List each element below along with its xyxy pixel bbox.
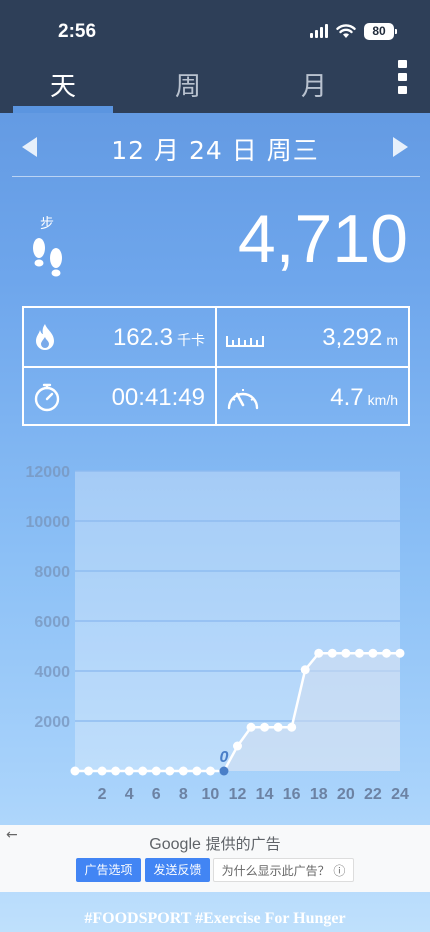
data-point	[178, 766, 188, 776]
data-point	[381, 648, 391, 658]
footer-slogan: #FOODSPORT #Exercise For Hunger	[84, 910, 346, 927]
data-point	[300, 665, 310, 675]
ad-banner: ← Google 提供的广告 广告选项 发送反馈 为什么显示此广告？ ⓘ	[0, 825, 430, 892]
x-tick-label: 4	[125, 786, 134, 803]
steps-chart: 12000 10000 8000 6000 4000 2000 0 2 4 6 8 10 12 14 16 1…	[0, 455, 430, 810]
x-tick-label: 12	[229, 786, 247, 803]
battery-indicator: 80	[364, 22, 397, 40]
x-tick-label: 18	[310, 786, 328, 803]
top-header: 2:56 80 天 周 月	[0, 0, 430, 113]
y-tick-label: 4000	[34, 664, 70, 681]
data-point	[124, 766, 134, 776]
x-tick-label: 14	[256, 786, 274, 803]
wifi-icon	[336, 23, 356, 38]
ad-title-text: 提供的广告	[205, 835, 281, 853]
next-day-button[interactable]	[393, 137, 408, 157]
data-point	[287, 722, 297, 732]
ruler-icon	[226, 336, 264, 347]
divider	[12, 176, 420, 177]
data-point	[70, 766, 80, 776]
google-logo: Google	[149, 836, 201, 853]
data-point	[314, 648, 324, 658]
footprints-icon	[33, 238, 62, 277]
x-tick-label: 20	[337, 786, 355, 803]
data-point	[395, 648, 405, 658]
why-this-ad-button[interactable]: 为什么显示此广告？ ⓘ	[213, 858, 354, 882]
data-point	[205, 766, 215, 776]
data-point	[84, 766, 94, 776]
data-point	[354, 648, 364, 658]
data-point	[192, 766, 202, 776]
data-point	[341, 648, 351, 658]
status-time: 2:56	[58, 21, 97, 42]
info-icon: ⓘ	[333, 864, 346, 878]
calories-cell: 162.3 千卡	[24, 308, 215, 366]
tab-month[interactable]: 月	[264, 66, 364, 103]
x-tick-label: 10	[202, 786, 220, 803]
data-point	[246, 722, 256, 732]
y-tick-label: 10000	[26, 514, 71, 531]
data-point	[219, 766, 229, 776]
data-point	[138, 766, 148, 776]
distance-cell: 3,292 m	[217, 308, 408, 366]
current-date: 12 月 24 日 周三	[111, 136, 319, 165]
data-point	[368, 648, 378, 658]
speed-cell: 4.7 km/h	[217, 368, 408, 426]
more-menu-icon[interactable]	[398, 60, 408, 94]
y-tick-label: 12000	[26, 464, 71, 481]
tab-active-indicator	[13, 106, 113, 113]
data-point	[97, 766, 107, 776]
data-point	[260, 722, 270, 732]
duration-value: 00:41:49	[111, 384, 205, 411]
y-tick-label: 8000	[34, 564, 70, 581]
stopwatch-icon	[34, 383, 60, 412]
steps-label: 步	[40, 216, 54, 232]
y-tick-label: 2000	[34, 714, 70, 731]
tab-day[interactable]: 天	[13, 66, 113, 103]
data-point	[233, 741, 242, 751]
x-tick-label: 6	[152, 786, 161, 803]
duration-cell: 00:41:49	[24, 368, 215, 426]
why-this-ad-label: 为什么显示此广告？	[221, 864, 330, 878]
flame-icon	[36, 324, 54, 350]
data-point	[327, 648, 337, 658]
signal-icon	[310, 24, 328, 38]
data-point	[111, 766, 121, 776]
calories-unit: 千卡	[177, 332, 205, 348]
steps-line-chart: 1200010000800060004000200002 4 6 8 10 12 14 16 1…	[26, 464, 410, 803]
status-icons: 80	[310, 22, 397, 40]
data-label: 0	[220, 749, 229, 766]
data-point	[165, 766, 175, 776]
speed-value: 4.7	[330, 384, 364, 411]
ad-options-button[interactable]: 广告选项	[76, 858, 141, 882]
distance-value: 3,292	[322, 324, 383, 351]
tab-week[interactable]: 周	[138, 66, 238, 103]
x-tick-label: 2	[98, 786, 107, 803]
calories-value: 162.3	[112, 324, 173, 351]
x-tick-label: 24	[391, 786, 409, 803]
distance-unit: m	[386, 332, 398, 348]
x-tick-label: 8	[179, 786, 188, 803]
data-point	[273, 722, 283, 732]
y-tick-label: 6000	[34, 614, 70, 631]
speed-unit: km/h	[367, 392, 398, 408]
speedometer-icon	[227, 389, 259, 410]
data-point	[151, 766, 161, 776]
period-tabs: 天 周 月	[0, 60, 430, 113]
steps-count: 4,710	[237, 201, 408, 277]
send-feedback-button[interactable]: 发送反馈	[145, 858, 210, 882]
ad-title: Google 提供的广告	[0, 833, 430, 854]
x-tick-label: 16	[283, 786, 301, 803]
x-tick-label: 22	[364, 786, 382, 803]
stats-grid: 162.3 千卡 3,292 m 00:41:49 4.7 km/h	[22, 306, 410, 426]
date-navigator: 12 月 24 日 周三	[0, 113, 430, 177]
